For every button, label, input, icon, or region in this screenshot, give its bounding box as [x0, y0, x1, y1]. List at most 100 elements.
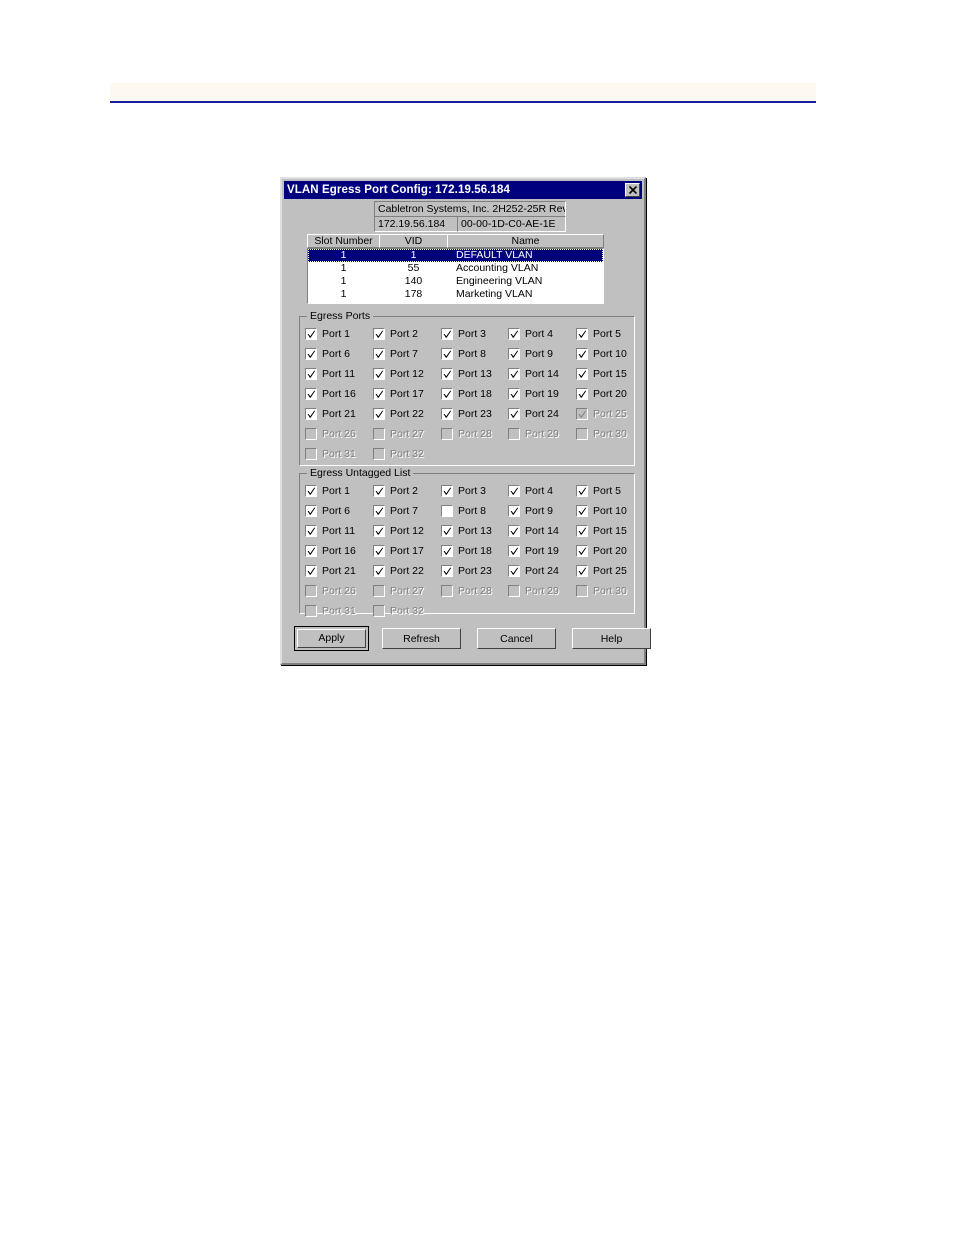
egress-port-port-24[interactable]: Port 24: [508, 407, 559, 420]
egress-port-port-12[interactable]: Port 12: [373, 367, 424, 380]
untagged-port-port-19[interactable]: Port 19: [508, 544, 559, 557]
egress-port-port-17[interactable]: Port 17: [373, 387, 424, 400]
checkbox-icon[interactable]: [576, 564, 588, 577]
egress-port-port-13[interactable]: Port 13: [441, 367, 492, 380]
checkbox-icon[interactable]: [441, 347, 453, 360]
checkbox-icon[interactable]: [373, 407, 385, 420]
untagged-port-port-12[interactable]: Port 12: [373, 524, 424, 537]
checkbox-icon[interactable]: [373, 387, 385, 400]
untagged-port-port-4[interactable]: Port 4: [508, 484, 553, 497]
checkbox-icon[interactable]: [373, 484, 385, 497]
checkbox-icon[interactable]: [373, 564, 385, 577]
egress-port-port-10[interactable]: Port 10: [576, 347, 627, 360]
egress-port-port-3[interactable]: Port 3: [441, 327, 486, 340]
column-header-name[interactable]: Name: [447, 234, 604, 248]
checkbox-icon[interactable]: [508, 367, 520, 380]
checkbox-icon[interactable]: [305, 504, 317, 517]
untagged-port-port-23[interactable]: Port 23: [441, 564, 492, 577]
untagged-port-port-16[interactable]: Port 16: [305, 544, 356, 557]
checkbox-icon[interactable]: [305, 347, 317, 360]
untagged-port-port-22[interactable]: Port 22: [373, 564, 424, 577]
egress-port-port-20[interactable]: Port 20: [576, 387, 627, 400]
checkbox-icon[interactable]: [441, 544, 453, 557]
checkbox-icon[interactable]: [576, 347, 588, 360]
checkbox-icon[interactable]: [508, 407, 520, 420]
untagged-port-port-18[interactable]: Port 18: [441, 544, 492, 557]
untagged-port-port-11[interactable]: Port 11: [305, 524, 355, 537]
checkbox-icon[interactable]: [441, 327, 453, 340]
checkbox-icon[interactable]: [508, 564, 520, 577]
untagged-port-port-14[interactable]: Port 14: [508, 524, 559, 537]
egress-port-port-2[interactable]: Port 2: [373, 327, 418, 340]
checkbox-icon[interactable]: [441, 367, 453, 380]
egress-port-port-16[interactable]: Port 16: [305, 387, 356, 400]
vlan-table-row[interactable]: 1 1 DEFAULT VLAN: [308, 249, 603, 262]
checkbox-icon[interactable]: [576, 484, 588, 497]
vlan-table-row[interactable]: 1 55 Accounting VLAN: [308, 262, 603, 275]
column-header-slot-number[interactable]: Slot Number: [307, 234, 380, 248]
egress-port-port-19[interactable]: Port 19: [508, 387, 559, 400]
column-header-vid[interactable]: VID: [379, 234, 448, 248]
untagged-port-port-8[interactable]: Port 8: [441, 504, 486, 517]
checkbox-icon[interactable]: [441, 504, 453, 517]
untagged-port-port-5[interactable]: Port 5: [576, 484, 621, 497]
vlan-table-body[interactable]: 1 1 DEFAULT VLAN 1 55 Accounting VLAN 1 140 Engi…: [307, 248, 604, 304]
egress-port-port-5[interactable]: Port 5: [576, 327, 621, 340]
egress-port-port-11[interactable]: Port 11: [305, 367, 355, 380]
checkbox-icon[interactable]: [576, 327, 588, 340]
egress-port-port-1[interactable]: Port 1: [305, 327, 350, 340]
checkbox-icon[interactable]: [576, 524, 588, 537]
cancel-button[interactable]: Cancel: [477, 628, 556, 649]
checkbox-icon[interactable]: [305, 544, 317, 557]
checkbox-icon[interactable]: [305, 387, 317, 400]
checkbox-icon[interactable]: [441, 524, 453, 537]
egress-port-port-7[interactable]: Port 7: [373, 347, 418, 360]
untagged-port-port-6[interactable]: Port 6: [305, 504, 350, 517]
close-icon[interactable]: [625, 183, 640, 197]
checkbox-icon[interactable]: [305, 524, 317, 537]
checkbox-icon[interactable]: [508, 524, 520, 537]
checkbox-icon[interactable]: [441, 407, 453, 420]
checkbox-icon[interactable]: [373, 367, 385, 380]
checkbox-icon[interactable]: [305, 407, 317, 420]
untagged-port-port-17[interactable]: Port 17: [373, 544, 424, 557]
checkbox-icon[interactable]: [373, 347, 385, 360]
checkbox-icon[interactable]: [305, 484, 317, 497]
dialog-title-bar[interactable]: VLAN Egress Port Config: 172.19.56.184: [284, 181, 642, 199]
egress-port-port-22[interactable]: Port 22: [373, 407, 424, 420]
checkbox-icon[interactable]: [508, 347, 520, 360]
untagged-port-port-9[interactable]: Port 9: [508, 504, 553, 517]
checkbox-icon[interactable]: [373, 327, 385, 340]
egress-port-port-23[interactable]: Port 23: [441, 407, 492, 420]
vlan-table-row[interactable]: 1 178 Marketing VLAN: [308, 288, 603, 301]
egress-port-port-6[interactable]: Port 6: [305, 347, 350, 360]
checkbox-icon[interactable]: [305, 367, 317, 380]
egress-port-port-8[interactable]: Port 8: [441, 347, 486, 360]
egress-port-port-21[interactable]: Port 21: [305, 407, 356, 420]
checkbox-icon[interactable]: [508, 544, 520, 557]
checkbox-icon[interactable]: [576, 504, 588, 517]
checkbox-icon[interactable]: [441, 387, 453, 400]
egress-port-port-15[interactable]: Port 15: [576, 367, 627, 380]
vlan-table[interactable]: Slot Number VID Name 1 1 DEFAULT VLAN 1 55 Ac…: [307, 234, 604, 304]
untagged-port-port-15[interactable]: Port 15: [576, 524, 627, 537]
vlan-table-row[interactable]: 1 140 Engineering VLAN: [308, 275, 603, 288]
checkbox-icon[interactable]: [441, 484, 453, 497]
checkbox-icon[interactable]: [441, 564, 453, 577]
untagged-port-port-25[interactable]: Port 25: [576, 564, 627, 577]
help-button[interactable]: Help: [572, 628, 651, 649]
checkbox-icon[interactable]: [373, 544, 385, 557]
untagged-port-port-7[interactable]: Port 7: [373, 504, 418, 517]
untagged-port-port-24[interactable]: Port 24: [508, 564, 559, 577]
checkbox-icon[interactable]: [373, 524, 385, 537]
refresh-button[interactable]: Refresh: [382, 628, 461, 649]
untagged-port-port-2[interactable]: Port 2: [373, 484, 418, 497]
untagged-port-port-13[interactable]: Port 13: [441, 524, 492, 537]
egress-port-port-14[interactable]: Port 14: [508, 367, 559, 380]
checkbox-icon[interactable]: [305, 327, 317, 340]
checkbox-icon[interactable]: [373, 504, 385, 517]
checkbox-icon[interactable]: [508, 504, 520, 517]
egress-port-port-9[interactable]: Port 9: [508, 347, 553, 360]
checkbox-icon[interactable]: [305, 564, 317, 577]
checkbox-icon[interactable]: [508, 387, 520, 400]
